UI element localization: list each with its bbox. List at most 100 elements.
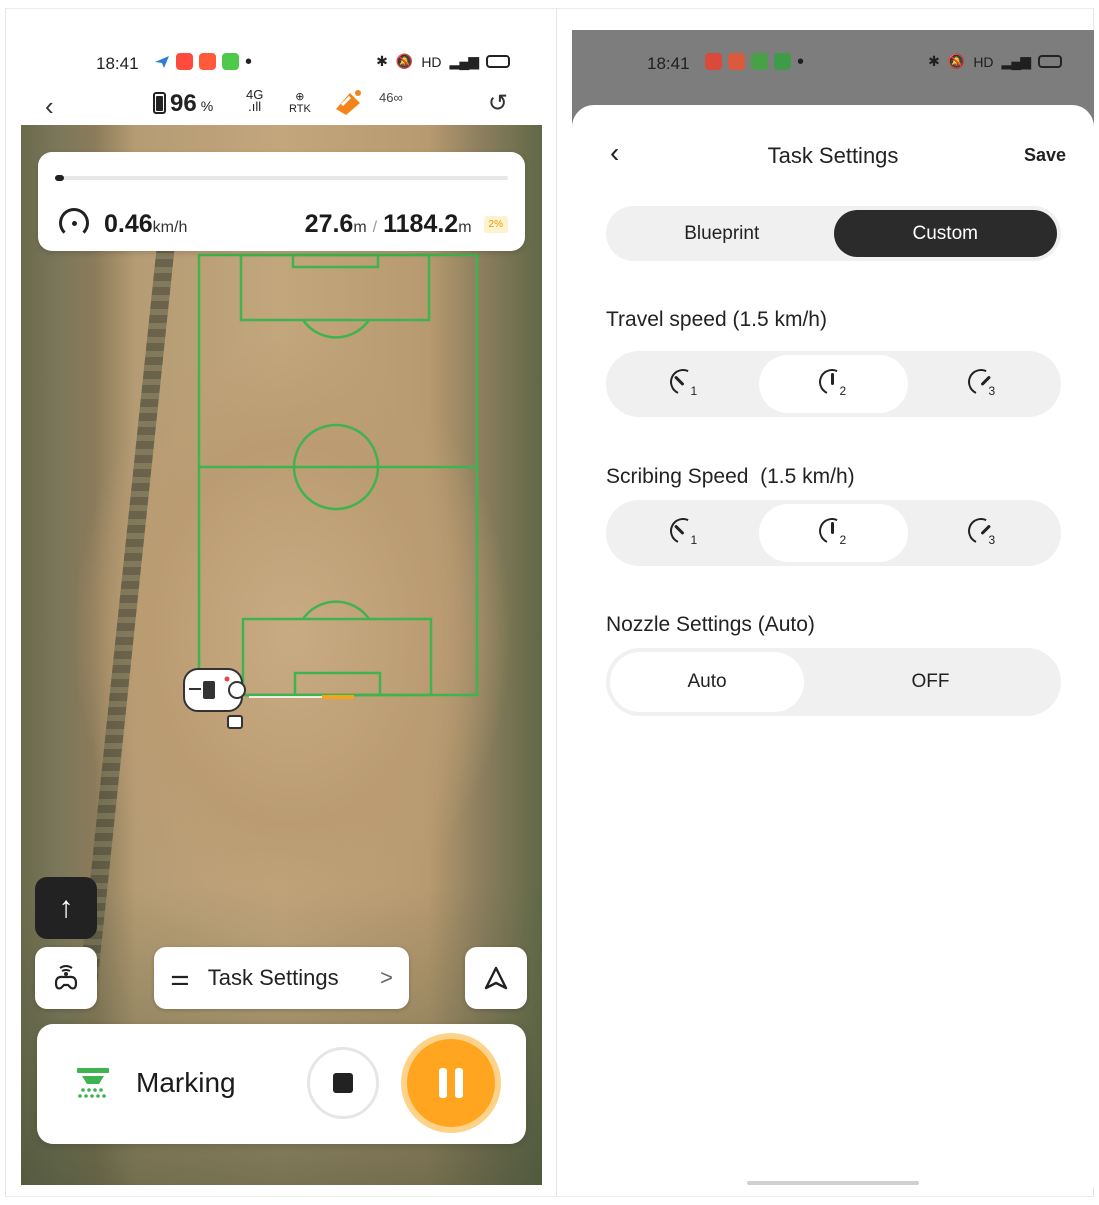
speed-unit: km/h xyxy=(152,219,188,236)
satellite-map[interactable]: 0.46 km/h 27.6 m / 1184.2 m 2% ↑ ⚌ Task … xyxy=(21,125,542,1185)
back-chevron-icon[interactable]: ‹ xyxy=(45,91,54,122)
robot-battery-icon xyxy=(153,92,166,114)
app-red-icon xyxy=(705,53,722,70)
battery-icon xyxy=(486,55,510,68)
system-icons-dimmed: ✱ 🔕 HD ▂▄▆ xyxy=(928,53,1062,70)
speed-value: 0.46 xyxy=(104,210,153,238)
hd-label: HD xyxy=(421,53,442,70)
center-frame xyxy=(556,8,557,1197)
progress-fill xyxy=(55,175,65,181)
bluetooth-icon: ✱ xyxy=(928,53,940,69)
total-unit: m xyxy=(458,219,472,236)
dot-icon: • xyxy=(797,50,805,73)
pause-icon-left xyxy=(439,1068,447,1098)
distance-separator: / xyxy=(372,219,378,236)
system-icons: ✱ 🔕 HD ▂▄▆ xyxy=(376,53,510,70)
app-green-icon xyxy=(751,53,768,70)
task-settings-sheet: ‹ Task Settings Save Blueprint Custom Tr… xyxy=(572,105,1094,1187)
scribing-speed-1-label: 1 xyxy=(690,533,698,547)
task-settings-label: Task Settings xyxy=(207,965,339,990)
remote-control-button[interactable] xyxy=(35,947,97,1009)
speed-level-2-icon: 2 xyxy=(814,365,849,399)
travel-speed-title: Travel speed (1.5 km/h) xyxy=(606,308,827,331)
dot-icon: • xyxy=(245,50,253,73)
nozzle-off-option[interactable]: OFF xyxy=(804,652,1057,712)
tab-blueprint[interactable]: Blueprint xyxy=(610,210,834,257)
robot-battery-unit: % xyxy=(200,98,214,114)
status-bar: 18:41 • ✱ 🔕 HD ▂▄▆ xyxy=(21,35,542,89)
battery-icon xyxy=(1038,55,1062,68)
scribing-speed-2-option[interactable]: 2 xyxy=(759,504,908,562)
recenter-up-button[interactable]: ↑ xyxy=(35,877,97,939)
gamepad-robot-icon xyxy=(54,965,78,990)
arrow-up-icon: ↑ xyxy=(58,891,74,924)
travel-speed-3-option[interactable]: 3 xyxy=(908,355,1057,413)
top-divider xyxy=(5,8,1094,9)
app-green-icon xyxy=(222,53,239,70)
robot-toolbar: ‹ 96 % 4G .ıll ⊕ RTK 46∞ ↺ xyxy=(21,85,542,125)
mute-icon: 🔕 xyxy=(947,53,966,69)
status-bar-dimmed: 18:41 • ✱ 🔕 HD ▂▄▆ xyxy=(572,35,1094,89)
4g-signal-icon: ▂▄▆ xyxy=(449,53,479,69)
speed-level-3-icon: 3 xyxy=(963,514,998,548)
speed-level-2-icon: 2 xyxy=(814,514,849,548)
task-settings-screen: 18:41 • ✱ 🔕 HD ▂▄▆ ‹ Task Settings Save … xyxy=(572,30,1094,1187)
stop-button[interactable] xyxy=(307,1047,379,1119)
travel-speed-1-option[interactable]: 1 xyxy=(610,355,759,413)
nozzle-auto-option[interactable]: Auto xyxy=(610,652,804,712)
speed-level-1-icon: 1 xyxy=(665,514,700,548)
status-time-dimmed: 18:41 xyxy=(647,54,690,73)
sheet-title: Task Settings xyxy=(767,143,899,168)
speed-level-3-icon: 3 xyxy=(963,365,998,399)
app-red-icon xyxy=(176,53,193,70)
scribing-speed-1-option[interactable]: 1 xyxy=(610,504,759,562)
travel-speed-3-label: 3 xyxy=(988,384,996,398)
bluetooth-icon: ✱ xyxy=(376,53,388,69)
robot-battery: 96 % xyxy=(153,89,213,118)
status-time: 18:41 xyxy=(96,54,139,73)
distance-group: 27.6 m / 1184.2 m 2% xyxy=(305,210,508,239)
mode-segmented-control: Blueprint Custom xyxy=(606,206,1061,261)
pause-button[interactable] xyxy=(407,1039,495,1127)
paint-sprayer-icon xyxy=(336,90,361,115)
mode-label: Marking xyxy=(136,1067,236,1098)
robot-battery-value: 96 xyxy=(170,90,197,117)
notification-icons: • xyxy=(154,50,253,73)
nozzle-settings-title: Nozzle Settings (Auto) xyxy=(606,613,815,636)
notification-icons-dimmed: • xyxy=(705,50,805,73)
navigation-mode-button[interactable] xyxy=(465,947,527,1009)
stop-icon xyxy=(333,1073,353,1093)
travel-speed-selector: 1 2 3 xyxy=(606,351,1061,417)
nozzle-selector: Auto OFF xyxy=(606,648,1061,716)
speed-distance-row: 0.46 km/h 27.6 m / 1184.2 m 2% xyxy=(59,202,508,239)
robot-marker-icon[interactable] xyxy=(181,663,261,733)
rtk-label: RTK xyxy=(289,103,311,115)
app-music-icon xyxy=(728,53,745,70)
marking-screen: 18:41 • ✱ 🔕 HD ▂▄▆ ‹ 96 % 4G.ıll ⊕RTK xyxy=(21,35,542,1185)
save-button[interactable]: Save xyxy=(1024,145,1066,166)
home-indicator[interactable] xyxy=(747,1181,919,1185)
travel-speed-2-label: 2 xyxy=(839,384,847,398)
bottom-divider xyxy=(5,1196,1094,1197)
rtk-icon: ⊕ RTK xyxy=(289,91,311,115)
scribing-speed-selector: 1 2 3 xyxy=(606,500,1061,566)
hd-label: HD xyxy=(973,53,994,70)
sheet-header: ‹ Task Settings Save xyxy=(572,135,1094,175)
refresh-icon[interactable]: ↺ xyxy=(488,89,508,118)
app-chat-icon xyxy=(774,53,791,70)
app-music-icon xyxy=(199,53,216,70)
tab-custom[interactable]: Custom xyxy=(833,210,1057,257)
task-settings-button[interactable]: ⚌ Task Settings > xyxy=(154,947,409,1009)
scribing-speed-3-label: 3 xyxy=(988,533,996,547)
traveled-value: 27.6 xyxy=(304,210,354,238)
progress-percent-badge: 2% xyxy=(483,216,508,233)
speedometer-icon xyxy=(59,208,89,238)
robot-signal-icon: 4G .ıll xyxy=(246,87,264,114)
travel-speed-1-label: 1 xyxy=(690,384,698,398)
4g-signal-icon: ▂▄▆ xyxy=(1001,53,1031,69)
traveled-unit: m xyxy=(353,219,367,236)
speed-level-1-icon: 1 xyxy=(665,365,700,399)
location-arrow-icon xyxy=(155,55,169,68)
travel-speed-2-option[interactable]: 2 xyxy=(759,355,908,413)
scribing-speed-3-option[interactable]: 3 xyxy=(908,504,1057,562)
